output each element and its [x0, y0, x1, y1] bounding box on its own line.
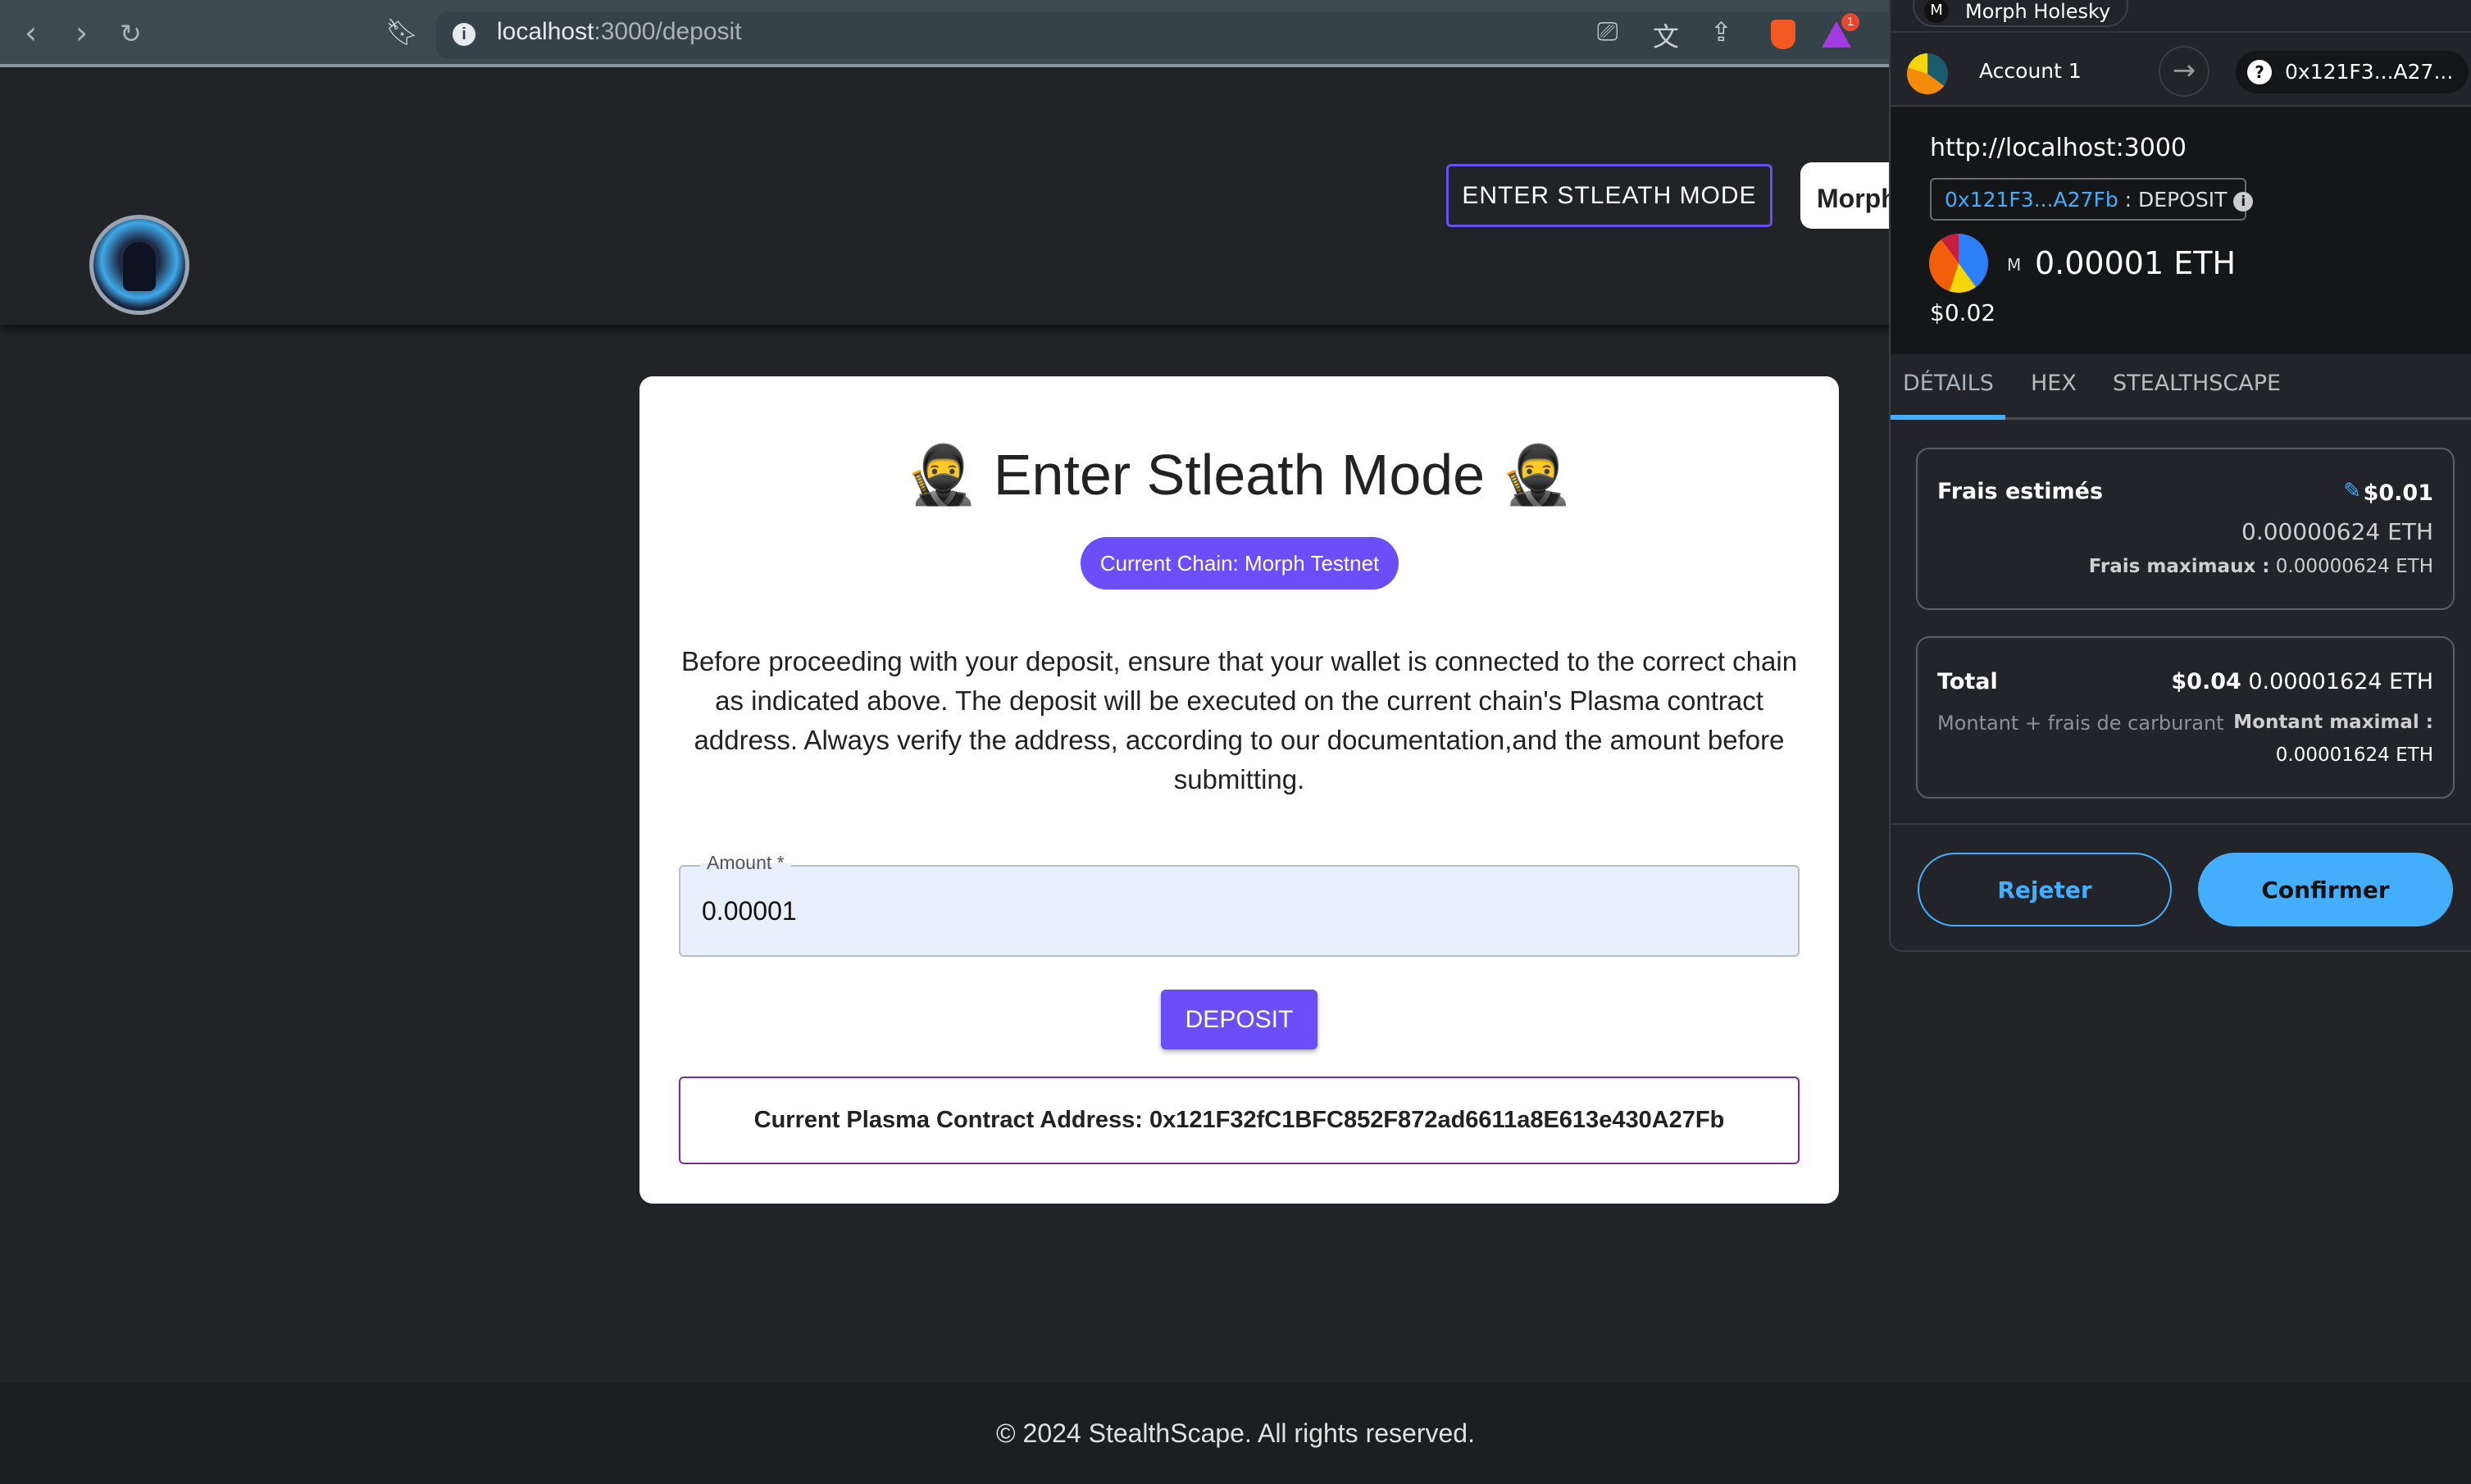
transaction-amount-usd: $0.02	[1930, 299, 1996, 326]
account-name[interactable]: Account 1	[1979, 59, 2082, 83]
fees-eth: 0.00000624 ETH	[2241, 518, 2433, 545]
enter-stealth-mode-button[interactable]: ENTER STLEATH MODE	[1446, 164, 1772, 227]
cast-icon[interactable]: ⎚	[1597, 16, 1618, 48]
share-icon[interactable]: ⇪	[1710, 16, 1732, 48]
contract-address: Current Plasma Contract Address: 0x121F3…	[679, 1077, 1800, 1164]
footer: © 2024 StealthScape. All rights reserved…	[0, 1382, 2471, 1484]
total-usd: $0.04	[2171, 669, 2241, 694]
deposit-button[interactable]: DEPOSIT	[1161, 990, 1317, 1049]
max-fees-label: Frais maximaux :	[2088, 556, 2270, 577]
network-icon: M	[1924, 0, 1949, 23]
network-name: Morph Holesky	[1965, 0, 2111, 23]
translate-icon[interactable]: 文	[1653, 16, 1679, 54]
footer-divider	[1891, 823, 2471, 825]
max-amount-value: 0.00001624 ETH	[2275, 744, 2433, 766]
logo-ninja-figure	[123, 242, 156, 291]
page-title: 🥷 Enter Stleath Mode 🥷	[906, 443, 1572, 507]
account-avatar	[1907, 53, 1948, 94]
reload-icon[interactable]: ↻	[120, 18, 142, 49]
question-icon: ?	[2247, 60, 2272, 84]
url-host: localhost	[497, 18, 594, 45]
deposit-card: 🥷 Enter Stleath Mode 🥷 Current Chain: Mo…	[639, 376, 1839, 1204]
amount-value[interactable]: 0.00001	[702, 896, 797, 926]
token-avatar	[1929, 234, 1988, 293]
transaction-amount: 0.00001 ETH	[2035, 245, 2237, 281]
contract-link[interactable]: 0x121F3...A27Fb	[1945, 188, 2118, 212]
active-tab-indicator	[1891, 415, 2005, 420]
max-fees: Frais maximaux : 0.00000624 ETH	[2089, 556, 2433, 577]
network-letter: M	[2007, 255, 2022, 275]
brave-shield-icon[interactable]	[1771, 20, 1795, 49]
bookmark-icon[interactable]: 🔖︎	[385, 16, 419, 48]
max-amount-label: Montant maximal :	[2233, 712, 2433, 733]
back-icon[interactable]: ‹	[25, 15, 37, 51]
network-selector[interactable]: M Morph Holesky	[1913, 0, 2128, 27]
url-text[interactable]: localhost:3000/deposit	[497, 18, 742, 46]
fees-label: Frais estimés	[1937, 479, 2104, 504]
transaction-origin: http://localhost:3000 0x121F3...A27Fb : …	[1891, 107, 2471, 354]
site-info-icon[interactable]: i	[453, 23, 476, 46]
contract-method-tag[interactable]: 0x121F3...A27Fb : DEPOSIT i	[1930, 178, 2254, 221]
total-label: Total	[1937, 669, 1998, 694]
total-sublabel: Montant + frais de carburant	[1937, 712, 2224, 735]
tab-details[interactable]: DÉTAILS	[1903, 371, 1994, 396]
wallet-popup: M Morph Holesky Account 1 → ? 0x121F3...…	[1889, 0, 2471, 952]
edit-pencil-icon[interactable]: ✎	[2343, 479, 2361, 503]
tab-stealthscape[interactable]: STEALTHSCAPE	[2113, 371, 2281, 396]
amount-label: Amount *	[700, 852, 791, 874]
estimated-fees-box: Frais estimés ✎ $0.01 0.00000624 ETH Fra…	[1916, 448, 2455, 610]
fees-usd: $0.01	[2363, 480, 2433, 506]
total-eth: 0.00001624 ETH	[2248, 669, 2433, 694]
account-row: Account 1 → ? 0x121F3...A27...	[1891, 31, 2471, 107]
reject-button[interactable]: Rejeter	[1918, 853, 2172, 926]
forward-icon[interactable]: ›	[75, 15, 88, 51]
arrow-right-icon: →	[2159, 46, 2209, 97]
deposit-instructions: Before proceeding with your deposit, ens…	[680, 646, 1798, 794]
origin-url: http://localhost:3000	[1930, 134, 2187, 162]
method-name: : DEPOSIT	[2124, 188, 2228, 212]
total-values: $0.04 0.00001624 ETH	[2171, 669, 2433, 694]
url-path: :3000/deposit	[594, 18, 742, 45]
max-fees-value: 0.00000624 ETH	[2275, 556, 2433, 577]
ninja-logo[interactable]	[89, 215, 189, 315]
total-box: Total $0.04 0.00001624 ETH Montant + fra…	[1916, 636, 2455, 799]
confirm-button[interactable]: Confirmer	[2198, 853, 2453, 926]
current-chain-chip: Current Chain: Morph Testnet	[1081, 537, 1399, 590]
info-icon[interactable]: i	[2233, 192, 2254, 212]
amount-input[interactable]: Amount * 0.00001	[679, 852, 1800, 957]
notification-badge: 1	[1841, 13, 1859, 31]
recipient-address-pill[interactable]: ? 0x121F3...A27...	[2236, 51, 2469, 93]
tab-hex[interactable]: HEX	[2031, 371, 2077, 396]
recipient-address: 0x121F3...A27...	[2285, 60, 2454, 84]
